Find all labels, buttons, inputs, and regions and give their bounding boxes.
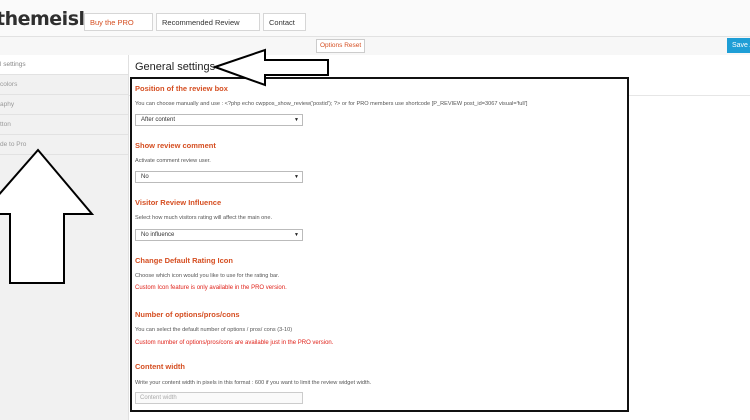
annotation-arrows (0, 48, 329, 284)
left-arrow-annotation (211, 48, 329, 87)
up-arrow-annotation (0, 148, 95, 284)
